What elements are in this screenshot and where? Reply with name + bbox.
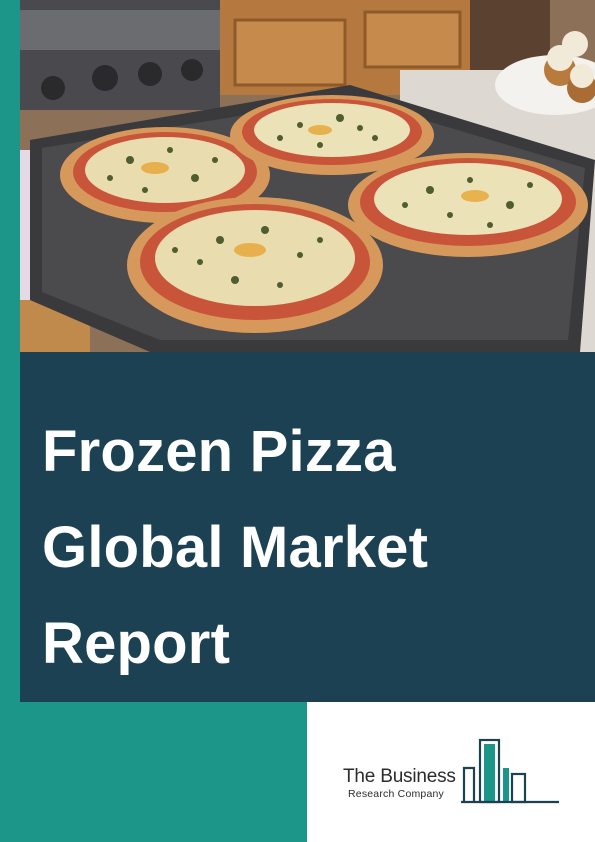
- report-title-line-3: Report: [42, 611, 231, 676]
- title-panel: Frozen Pizza Global Market Report: [20, 352, 595, 702]
- publisher-name: The Business: [343, 766, 456, 787]
- publisher-subtitle: Research Company: [348, 788, 444, 800]
- report-title-line-1: Frozen Pizza: [42, 419, 396, 484]
- pizza-tray-photo: [20, 0, 595, 352]
- bottom-teal-block: [0, 702, 307, 842]
- publisher-logo: The Business Research Company: [340, 738, 565, 808]
- report-title-line-2: Global Market: [42, 515, 429, 580]
- report-title: Frozen Pizza Global Market Report: [42, 404, 428, 692]
